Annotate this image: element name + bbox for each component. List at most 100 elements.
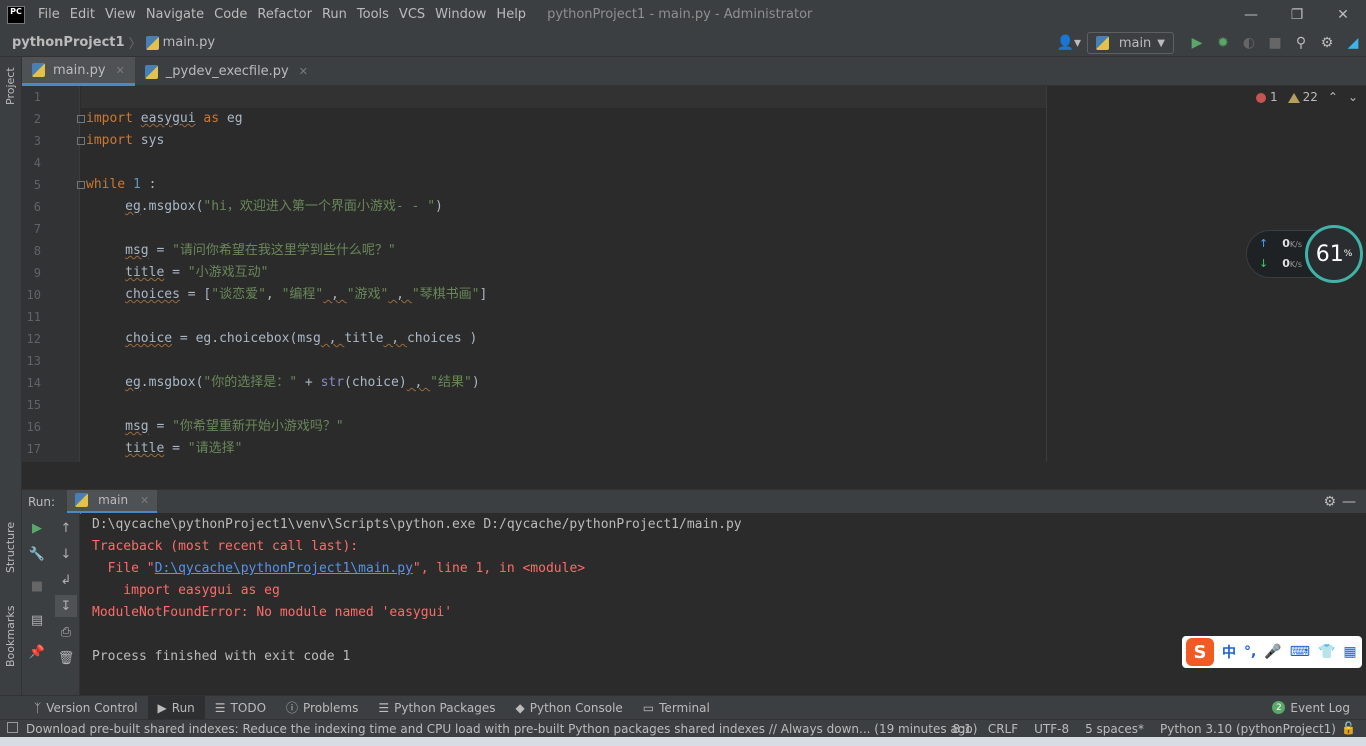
fold-marker-icon[interactable] (77, 115, 85, 123)
stop-icon[interactable]: ■ (1262, 30, 1288, 56)
status-message[interactable]: Download pre-built shared indexes: Reduc… (26, 722, 977, 736)
sogou-logo-icon[interactable]: S (1186, 638, 1214, 666)
fold-marker-icon[interactable] (77, 137, 85, 145)
file-encoding[interactable]: UTF-8 (1034, 722, 1069, 736)
panel-toggle-icon[interactable] (7, 722, 18, 733)
run-side-toolbar: ▶ 🔧 ■ ▤ 📌 (22, 513, 52, 695)
main-toolbar: 👤▾ main ▼ ▶ ✹ ◐ ■ ⚲ ⚙ ◢ (1051, 29, 1366, 57)
hide-panel-icon[interactable]: — (1342, 494, 1356, 510)
structure-tool-button[interactable]: Structure (4, 522, 17, 573)
tool-todo[interactable]: ☰ TODO (205, 696, 276, 720)
ime-punctuation-toggle[interactable]: °, (1244, 644, 1256, 660)
lock-icon[interactable]: 🔓 (1341, 721, 1356, 735)
code-line-5[interactable]: while 1 : (77, 174, 156, 196)
tool-python-console[interactable]: ◆ Python Console (506, 696, 633, 720)
code-line-2[interactable]: import easygui as eg (77, 108, 243, 130)
network-speed-widget[interactable]: ↑ 0K/s ↓ 0K/s 61% (1246, 225, 1363, 283)
run-console-output[interactable]: D:\qycache\pythonProject1\venv\Scripts\p… (81, 513, 1366, 695)
bookmarks-tool-button[interactable]: Bookmarks (4, 606, 17, 667)
inspection-widget[interactable]: 1 22 ⌃ ⌄ (1255, 90, 1358, 104)
upload-arrow-icon: ↑ (1259, 237, 1269, 250)
menu-edit[interactable]: Edit (65, 0, 100, 29)
error-count[interactable]: 1 (1255, 90, 1278, 104)
pin-icon[interactable]: 📌 (26, 641, 48, 663)
code-line-9[interactable]: title = "小游戏互动" (86, 262, 268, 284)
menu-refactor[interactable]: Refactor (252, 0, 317, 29)
coverage-icon[interactable]: ◐ (1236, 30, 1262, 56)
search-icon[interactable]: ⚲ (1288, 30, 1314, 56)
console-file-link[interactable]: D:\qycache\pythonProject1\main.py (155, 561, 413, 576)
menu-tools[interactable]: Tools (352, 0, 394, 29)
minimize-icon[interactable]: — (1228, 0, 1274, 29)
menu-code[interactable]: Code (209, 0, 252, 29)
menu-window[interactable]: Window (430, 0, 491, 29)
layout-icon[interactable]: ▤ (26, 609, 48, 631)
code-line-8[interactable]: msg = "请问你希望在我这里学到些什么呢？" (86, 240, 396, 262)
apps-grid-icon[interactable]: ▦ (1343, 644, 1356, 660)
code-line-14[interactable]: eg.msgbox("你的选择是：" + str(choice) , "结果") (86, 372, 480, 394)
project-tool-button[interactable]: Project (4, 67, 17, 105)
user-icon[interactable]: 👤▾ (1051, 30, 1087, 56)
keyboard-icon[interactable]: ⌨ (1290, 644, 1310, 660)
arrow-up-icon[interactable]: ↑ (55, 517, 77, 539)
microphone-icon[interactable]: 🎤 (1264, 644, 1281, 660)
ime-language-toggle[interactable]: 中 (1222, 642, 1236, 662)
tool-problems[interactable]: ⓘ Problems (276, 696, 368, 720)
chevron-up-icon[interactable]: ⌃ (1328, 90, 1338, 104)
ime-toolbar[interactable]: S 中 °, 🎤 ⌨ 👕 ▦ (1182, 636, 1362, 668)
tab-pydev-execfile[interactable]: _pydev_execfile.py ✕ (135, 57, 318, 86)
close-icon[interactable]: ✕ (1320, 0, 1366, 29)
python-interpreter[interactable]: Python 3.10 (pythonProject1) (1160, 722, 1336, 736)
line-number: 8 (33, 244, 41, 258)
print-icon[interactable]: ⎙ (55, 621, 77, 643)
soft-wrap-icon[interactable]: ↲ (55, 569, 77, 591)
code-line-12[interactable]: choice = eg.choicebox(msg , title , choi… (86, 328, 477, 350)
code-line-3[interactable]: import sys (77, 130, 164, 152)
rerun-icon[interactable]: ▶ (26, 517, 48, 539)
indent-setting[interactable]: 5 spaces* (1085, 722, 1144, 736)
stop-icon[interactable]: ■ (26, 575, 48, 597)
skin-icon[interactable]: 👕 (1318, 644, 1335, 660)
code-editor[interactable]: import easygui as eg import sys while 1 … (77, 86, 1366, 462)
menu-vcs[interactable]: VCS (394, 0, 430, 29)
breadcrumb-file[interactable]: main.py (145, 35, 215, 50)
code-line-6[interactable]: eg.msgbox("hi，欢迎进入第一个界面小游戏- - ") (86, 196, 443, 218)
breadcrumb-project[interactable]: pythonProject1 (12, 35, 125, 50)
caret-position[interactable]: 8:1 (953, 722, 972, 736)
tool-terminal[interactable]: ▭ Terminal (633, 696, 720, 720)
run-tab-main[interactable]: main ✕ (67, 489, 158, 514)
left-tool-strip: Project Structure Bookmarks (0, 57, 22, 695)
line-separator[interactable]: CRLF (988, 722, 1018, 736)
menu-help[interactable]: Help (491, 0, 531, 29)
tool-event-log[interactable]: 2 Event Log (1262, 696, 1360, 720)
tab-main-py[interactable]: main.py ✕ (22, 57, 135, 86)
scroll-to-end-icon[interactable]: ↧ (55, 595, 77, 617)
restore-icon[interactable]: ❐ (1274, 0, 1320, 29)
gear-icon[interactable]: ⚙ (1323, 494, 1336, 510)
tool-version-control[interactable]: ᛉ Version Control (24, 696, 148, 720)
code-line-10[interactable]: choices = ["谈恋爱", "编程" , "游戏" , "琴棋书画"] (86, 284, 487, 306)
warning-count[interactable]: 22 (1287, 90, 1318, 104)
menu-file[interactable]: File (33, 0, 65, 29)
plugin-icon[interactable]: ◢ (1340, 30, 1366, 56)
console-command-line: D:\qycache\pythonProject1\venv\Scripts\p… (92, 517, 742, 532)
close-tab-icon[interactable]: ✕ (299, 65, 308, 78)
close-tab-icon[interactable]: ✕ (140, 494, 149, 507)
fold-marker-icon[interactable] (77, 181, 85, 189)
run-icon[interactable]: ▶ (1184, 30, 1210, 56)
run-configuration-select[interactable]: main ▼ (1086, 32, 1174, 54)
tool-run[interactable]: ▶ Run (147, 695, 205, 720)
wrench-icon[interactable]: 🔧 (26, 543, 48, 565)
close-tab-icon[interactable]: ✕ (116, 64, 125, 77)
gear-icon[interactable]: ⚙ (1314, 30, 1340, 56)
tool-python-packages[interactable]: ☰ Python Packages (368, 696, 505, 720)
code-line-16[interactable]: msg = "你希望重新开始小游戏吗？" (86, 416, 344, 438)
debug-icon[interactable]: ✹ (1210, 30, 1236, 56)
menu-navigate[interactable]: Navigate (141, 0, 209, 29)
arrow-down-icon[interactable]: ↓ (55, 543, 77, 565)
chevron-down-icon[interactable]: ⌄ (1348, 90, 1358, 104)
code-line-17[interactable]: title = "请选择" (86, 438, 242, 460)
trash-icon[interactable]: 🗑 (55, 647, 77, 669)
menu-view[interactable]: View (100, 0, 141, 29)
menu-run[interactable]: Run (317, 0, 352, 29)
